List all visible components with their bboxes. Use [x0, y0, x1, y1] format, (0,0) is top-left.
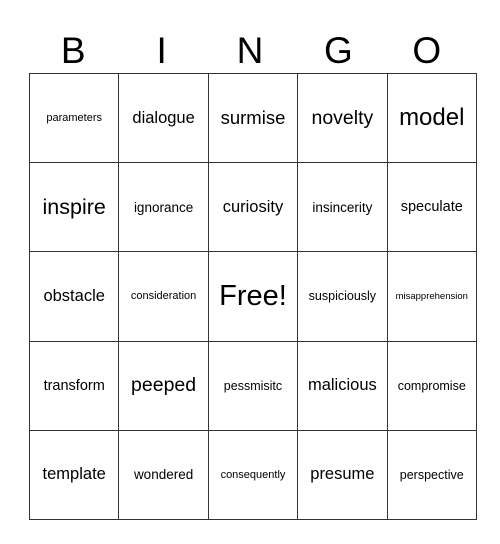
bingo-cell[interactable]: speculate — [386, 162, 477, 253]
bingo-cell[interactable]: dialogue — [118, 72, 209, 164]
bingo-cell[interactable]: consideration — [118, 251, 209, 342]
bingo-cell[interactable]: surmise — [207, 72, 299, 164]
bingo-cell[interactable]: template — [28, 429, 120, 520]
header-letter-b: B — [60, 30, 86, 71]
bingo-cell[interactable]: curiosity — [207, 162, 299, 253]
header-letter-o: O — [412, 30, 442, 71]
grid-row: inspire ignorance curiosity insincerity … — [28, 162, 477, 253]
header-letter-i: I — [156, 30, 167, 71]
bingo-cell[interactable]: transform — [28, 340, 120, 431]
grid-row: parameters dialogue surmise novelty mode… — [28, 72, 477, 164]
header-letter-g: G — [323, 30, 353, 71]
bingo-cell[interactable]: novelty — [297, 72, 388, 164]
bingo-cell[interactable]: parameters — [28, 72, 120, 164]
bingo-cell[interactable]: presume — [297, 429, 388, 520]
bingo-cell[interactable]: misapprehension — [386, 251, 477, 342]
bingo-cell[interactable]: obstacle — [28, 251, 120, 342]
bingo-cell[interactable]: peeped — [118, 340, 209, 431]
bingo-cell[interactable]: wondered — [118, 429, 209, 520]
bingo-cell[interactable]: suspiciously — [297, 251, 388, 342]
bingo-cell[interactable]: inspire — [28, 162, 120, 253]
bingo-cell[interactable]: ignorance — [118, 162, 209, 253]
bingo-header: B I N G O — [29, 28, 471, 73]
bingo-grid: parameters dialogue surmise novelty mode… — [28, 72, 477, 520]
bingo-cell[interactable]: model — [386, 72, 477, 164]
grid-row: transform peeped pessmisitc malicious co… — [28, 340, 477, 431]
bingo-cell[interactable]: compromise — [386, 340, 477, 431]
grid-row: template wondered consequently presume p… — [28, 429, 477, 520]
bingo-cell[interactable]: pessmisitc — [207, 340, 299, 431]
bingo-cell[interactable]: insincerity — [297, 162, 388, 253]
bingo-cell[interactable]: malicious — [297, 340, 388, 431]
free-space-cell[interactable]: Free! — [207, 251, 299, 342]
bingo-cell[interactable]: perspective — [386, 429, 477, 520]
header-letter-n: N — [236, 30, 264, 71]
grid-row: obstacle consideration Free! suspiciousl… — [28, 251, 477, 342]
bingo-cell[interactable]: consequently — [207, 429, 299, 520]
